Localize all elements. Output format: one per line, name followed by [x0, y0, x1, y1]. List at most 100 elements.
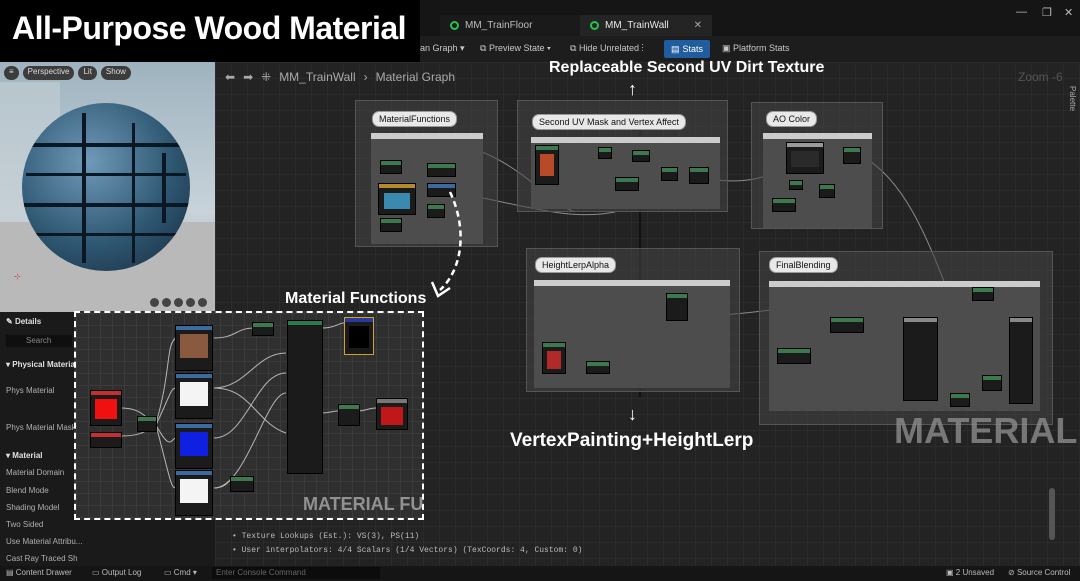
cmd-dropdown[interactable]: ▭ Cmd ▾	[164, 568, 197, 577]
inset-make-material-attributes-node[interactable]	[287, 320, 323, 474]
graph-node[interactable]	[542, 342, 566, 374]
inset-graph-node[interactable]	[338, 404, 360, 426]
row-use-material-attributes: Use Material Attribu...	[6, 537, 83, 546]
inset-wood-texture-node[interactable]	[175, 325, 213, 371]
graph-node[interactable]	[786, 142, 824, 174]
inset-preview-node[interactable]	[344, 317, 374, 355]
dashed-arrow	[430, 191, 462, 298]
tab-mm-trainfloor[interactable]: MM_TrainFloor	[440, 15, 580, 36]
tab-mm-trainwall[interactable]: MM_TrainWall ✕	[580, 15, 712, 36]
unsaved-indicator[interactable]: ▣ 2 Unsaved	[946, 568, 994, 577]
cmd-icon: ▭	[164, 568, 174, 577]
output-log-button[interactable]: ▭ Output Log	[92, 568, 141, 577]
minimize-icon[interactable]: —	[1016, 6, 1027, 18]
source-control-icon: ⊘	[1008, 568, 1017, 577]
content-drawer-button[interactable]: ▤ Content Drawer	[6, 568, 72, 577]
axis-gizmo-icon: ⊹	[14, 272, 21, 281]
graph-node[interactable]	[950, 393, 970, 407]
close-icon[interactable]: ✕	[694, 20, 702, 31]
comment-title[interactable]: MaterialFunctions	[372, 111, 458, 127]
material-icon	[450, 21, 459, 30]
hide-unrelated-button[interactable]: ⧉ Hide Unrelated ⋮	[570, 43, 644, 54]
graph-node[interactable]	[427, 163, 456, 177]
inset-white-texture-node[interactable]	[175, 373, 213, 419]
arrow-up-icon: ↑	[628, 79, 637, 99]
inset-white-texture-node-2[interactable]	[175, 470, 213, 516]
graph-node[interactable]	[772, 198, 796, 212]
material-fu-watermark: MATERIAL FU	[303, 494, 424, 514]
section-material[interactable]: ▾ Material	[6, 451, 42, 460]
graph-node[interactable]	[830, 317, 864, 333]
inset-blue-texture-node[interactable]	[175, 423, 213, 469]
material-output-node[interactable]	[1009, 317, 1033, 404]
comment-title[interactable]: AO Color	[766, 111, 818, 127]
graph-node[interactable]	[843, 147, 861, 164]
row-phys-material-mask: Phys Material Mask	[6, 423, 76, 432]
details-search-input[interactable]: Search	[6, 335, 72, 347]
stats-button[interactable]: ▤ Stats	[664, 40, 710, 58]
comment-title[interactable]: HeightLerpAlpha	[535, 257, 617, 273]
graph-node[interactable]	[666, 293, 688, 321]
plane-preview-icon[interactable]	[186, 298, 195, 307]
tab-label: MM_TrainFloor	[465, 20, 533, 31]
teapot-preview-icon[interactable]	[198, 298, 207, 307]
source-control-button[interactable]: ⊘ Source Control	[1008, 568, 1070, 577]
graph-node[interactable]	[378, 183, 416, 215]
graph-node[interactable]	[819, 184, 835, 198]
graph-node[interactable]	[789, 180, 803, 190]
graph-node[interactable]	[615, 177, 639, 191]
viewport-toolbar: ≡ Perspective Lit Show	[4, 66, 131, 80]
graph-node[interactable]	[903, 317, 938, 401]
row-shading-model: Shading Model	[6, 503, 60, 512]
log-icon: ▭	[92, 568, 102, 577]
row-two-sided: Two Sided	[6, 520, 44, 529]
save-icon: ▣	[946, 568, 956, 577]
camera-icon[interactable]	[150, 298, 159, 307]
row-material-domain: Material Domain	[6, 468, 65, 477]
section-physical-material[interactable]: ▾ Physical Material	[6, 360, 77, 369]
cube-preview-icon[interactable]	[174, 298, 183, 307]
inset-graph-node[interactable]	[230, 476, 254, 492]
show-button[interactable]: Show	[100, 66, 131, 80]
sphere-preview-icon[interactable]	[162, 298, 171, 307]
inset-red-param-node[interactable]	[90, 432, 122, 448]
preview-state-dropdown[interactable]: ⧉ Preview State ▾	[480, 43, 551, 54]
lit-button[interactable]: Lit	[78, 66, 97, 80]
graph-node[interactable]	[689, 167, 709, 184]
hide-icon: ⧉	[570, 43, 579, 53]
graph-node[interactable]	[632, 150, 650, 162]
graph-node[interactable]	[972, 287, 994, 301]
comment-title[interactable]: FinalBlending	[769, 257, 838, 273]
maximize-icon[interactable]: ❐	[1042, 6, 1052, 19]
platform-stats-button[interactable]: ▣ Platform Stats	[722, 43, 790, 54]
texture-sample-node[interactable]	[535, 145, 559, 185]
main-graph-dropdown[interactable]: an Graph ▾	[420, 43, 465, 54]
console-command-input[interactable]: Enter Console Command	[212, 567, 380, 579]
viewport-controls	[150, 298, 207, 307]
graph-node[interactable]	[661, 167, 678, 181]
material-preview-sphere[interactable]	[22, 103, 190, 271]
details-tab[interactable]: ✎ Details	[6, 317, 41, 326]
graph-node[interactable]	[586, 361, 610, 374]
preview-icon: ⧉	[480, 43, 489, 53]
inset-red-color-node[interactable]	[90, 390, 122, 426]
graph-node[interactable]	[380, 160, 402, 174]
inset-graph-node[interactable]	[252, 322, 274, 336]
row-cast-ray-traced: Cast Ray Traced Sh	[6, 554, 78, 563]
perspective-button[interactable]: Perspective	[22, 66, 75, 80]
material-icon	[590, 21, 599, 30]
inset-red-output-node[interactable]	[376, 398, 408, 430]
graph-node[interactable]	[380, 218, 402, 232]
graph-scrollbar[interactable]	[1049, 488, 1055, 540]
viewport-menu-icon[interactable]: ≡	[4, 66, 19, 80]
graph-node[interactable]	[982, 375, 1002, 391]
inset-graph-node[interactable]	[137, 416, 157, 432]
graph-node[interactable]	[777, 348, 811, 364]
arrow-down-icon: ↓	[628, 404, 637, 424]
close-window-icon[interactable]: ✕	[1064, 6, 1073, 19]
stats-icon: ▤	[670, 43, 680, 54]
graph-node[interactable]	[598, 147, 612, 159]
comment-title[interactable]: Second UV Mask and Vertex Affect	[532, 114, 686, 130]
annotation-material-functions: Material Functions	[285, 290, 427, 307]
platform-icon: ▣	[722, 43, 734, 53]
